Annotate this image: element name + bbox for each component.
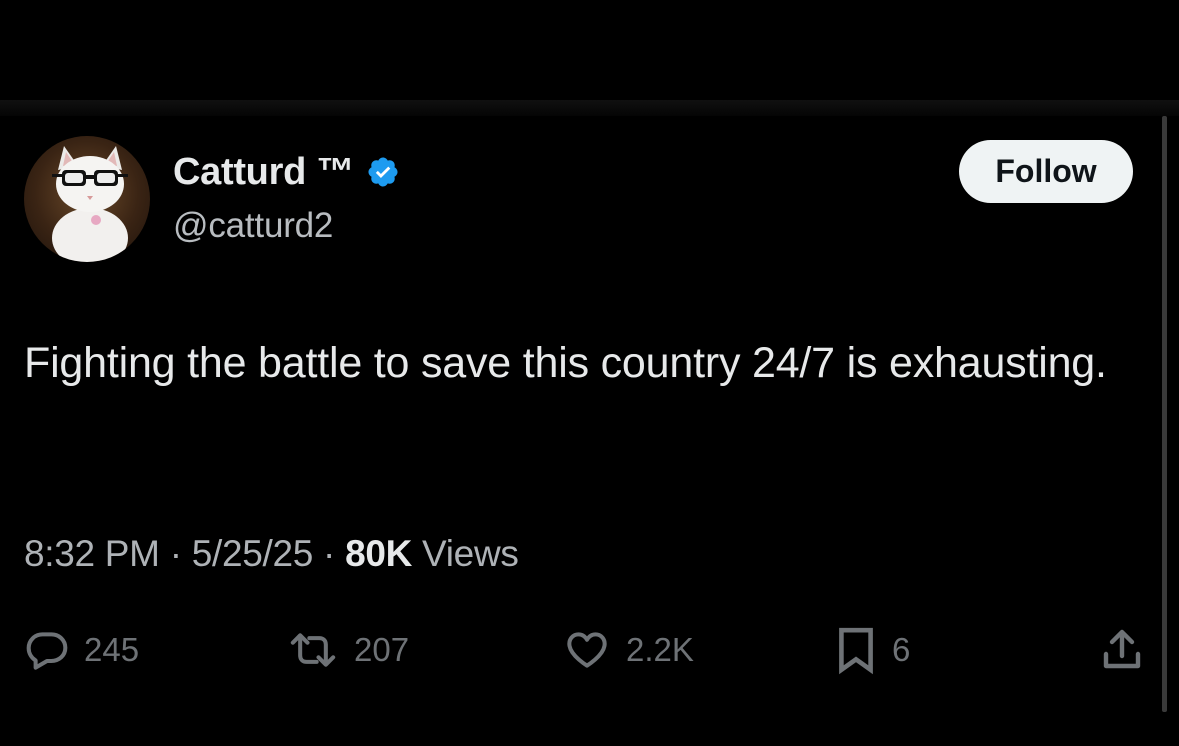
repost-count: 207 bbox=[354, 631, 410, 668]
meta-separator: · bbox=[169, 533, 182, 574]
author-name-row[interactable]: Catturd ™ bbox=[173, 150, 400, 194]
bookmark-button[interactable]: 6 bbox=[834, 620, 910, 680]
tweet-meta: 8:32 PM · 5/25/25 · 80K Views bbox=[24, 533, 519, 575]
reply-button[interactable]: 245 bbox=[24, 620, 139, 680]
avatar[interactable] bbox=[24, 136, 150, 262]
share-button[interactable] bbox=[1098, 620, 1146, 680]
display-name[interactable]: Catturd ™ bbox=[173, 151, 354, 194]
meta-separator: · bbox=[323, 533, 336, 574]
repost-arrows-icon bbox=[286, 628, 340, 672]
views-label: Views bbox=[422, 533, 519, 574]
tweet-date[interactable]: 5/25/25 bbox=[192, 533, 314, 574]
bookmark-count: 6 bbox=[892, 631, 911, 668]
bookmark-icon bbox=[834, 625, 878, 675]
views-count: 80K bbox=[345, 533, 413, 574]
tweet-text: Fighting the battle to save this country… bbox=[24, 339, 1107, 387]
author-handle[interactable]: @catturd2 bbox=[173, 206, 333, 246]
repost-button[interactable]: 207 bbox=[286, 620, 409, 680]
top-divider bbox=[0, 100, 1179, 116]
heart-icon bbox=[562, 628, 612, 672]
tweet-time[interactable]: 8:32 PM bbox=[24, 533, 160, 574]
speech-bubble-icon bbox=[24, 628, 70, 672]
action-bar: 245 207 2.2K 6 bbox=[0, 620, 1179, 680]
verified-badge-icon bbox=[366, 155, 400, 189]
follow-button[interactable]: Follow bbox=[959, 140, 1133, 203]
reply-count: 245 bbox=[84, 631, 140, 668]
share-upload-icon bbox=[1098, 626, 1146, 674]
like-count: 2.2K bbox=[626, 631, 694, 668]
like-button[interactable]: 2.2K bbox=[562, 620, 694, 680]
